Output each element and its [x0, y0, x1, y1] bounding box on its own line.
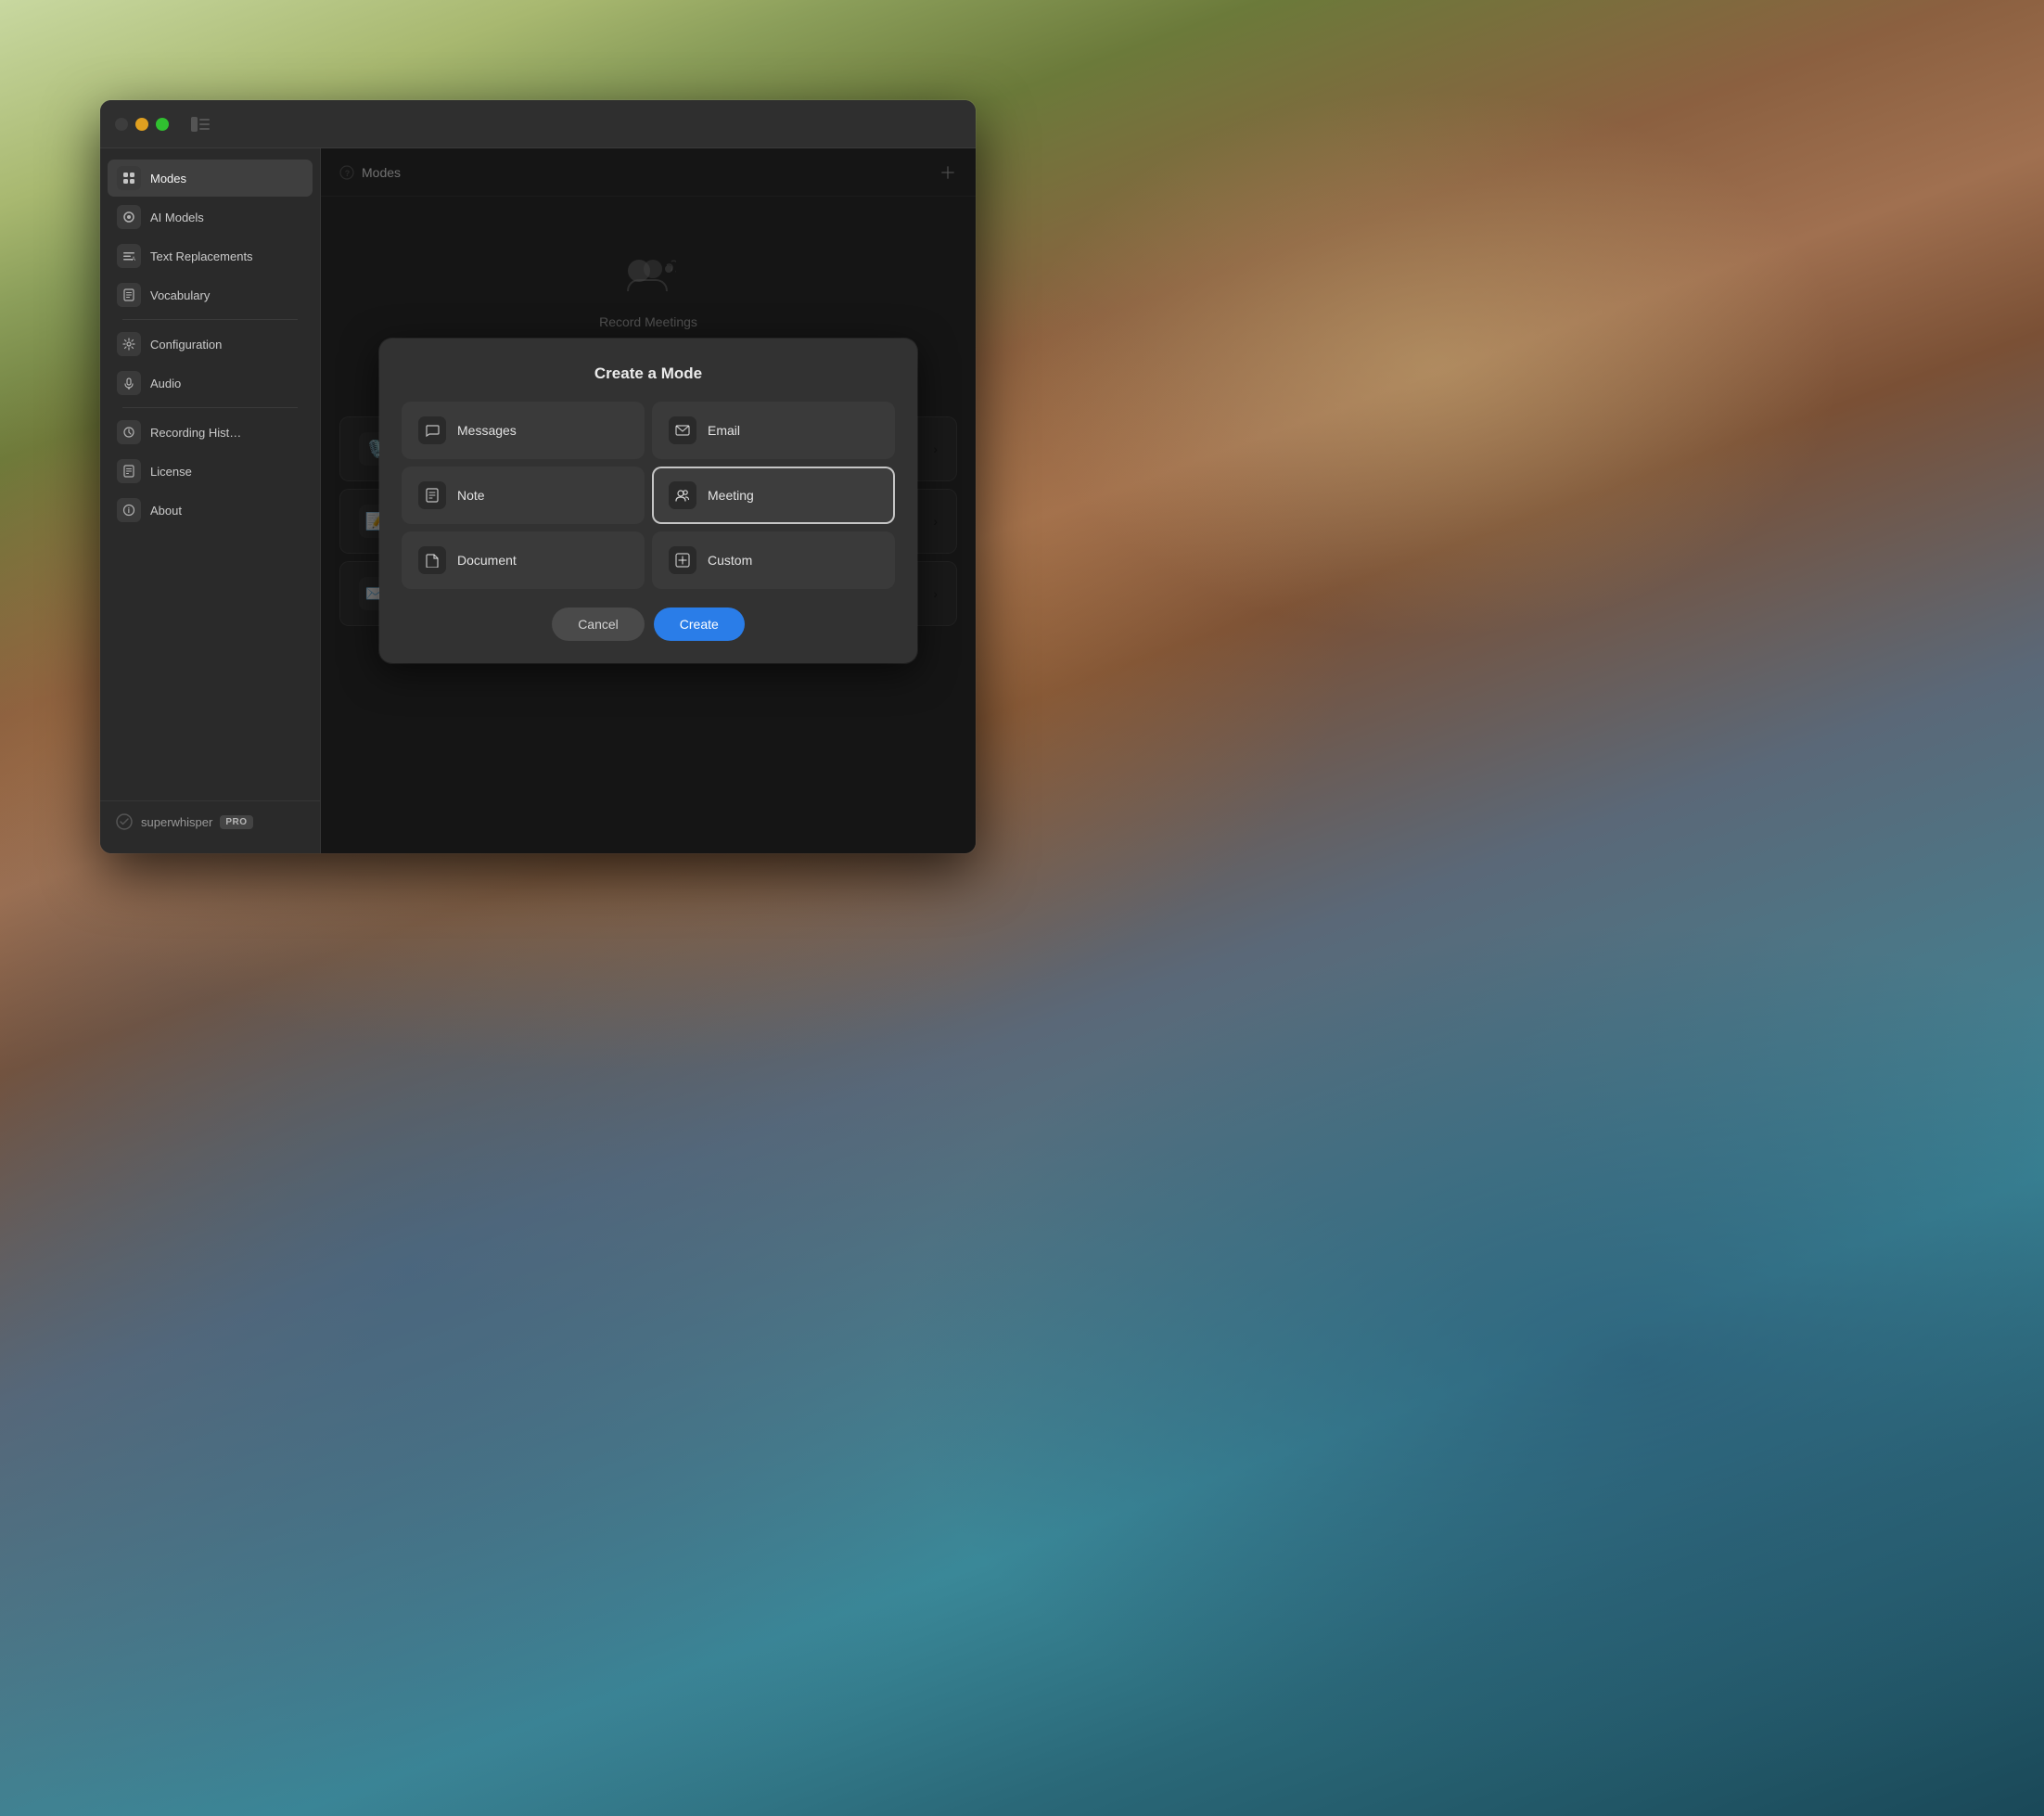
sidebar-item-label: Text Replacements	[150, 249, 253, 263]
sidebar-item-label: License	[150, 465, 192, 479]
app-window: Modes AI Models	[100, 100, 976, 853]
sidebar-divider-2	[122, 407, 298, 408]
mode-option-label: Email	[708, 423, 740, 438]
mode-option-label: Messages	[457, 423, 517, 438]
sidebar-item-recording-history[interactable]: Recording Hist…	[108, 414, 313, 451]
sidebar-item-label: Vocabulary	[150, 288, 210, 302]
create-mode-modal: Create a Mode Messages	[379, 339, 917, 663]
sidebar-item-label: Configuration	[150, 338, 222, 352]
mode-option-label: Note	[457, 488, 485, 503]
sidebar-item-text-replacements[interactable]: A Text Replacements	[108, 237, 313, 275]
close-button[interactable]	[115, 118, 128, 131]
meeting-icon	[669, 481, 696, 509]
mode-option-label: Document	[457, 553, 517, 568]
mode-option-document[interactable]: Document	[402, 531, 645, 589]
mode-option-label: Custom	[708, 553, 752, 568]
sidebar-divider	[122, 319, 298, 320]
app-logo-icon	[115, 812, 134, 831]
mode-option-meeting[interactable]: Meeting	[652, 467, 895, 524]
mode-option-custom[interactable]: Custom	[652, 531, 895, 589]
vocabulary-icon	[117, 283, 141, 307]
mode-options-grid: Messages Email	[402, 402, 895, 589]
sidebar-item-license[interactable]: License	[108, 453, 313, 490]
sidebar-footer: superwhisper PRO	[100, 800, 320, 842]
main-area: ? Modes	[321, 148, 976, 853]
text-replacements-icon: A	[117, 244, 141, 268]
sidebar-nav: Modes AI Models	[100, 160, 320, 800]
modal-buttons: Cancel Create	[402, 607, 895, 641]
mode-option-note[interactable]: Note	[402, 467, 645, 524]
app-name-label: superwhisper	[141, 815, 212, 829]
modal-title: Create a Mode	[402, 364, 895, 383]
minimize-button[interactable]	[135, 118, 148, 131]
modes-icon	[117, 166, 141, 190]
traffic-lights	[115, 118, 169, 131]
cancel-button[interactable]: Cancel	[552, 607, 645, 641]
mode-option-email[interactable]: Email	[652, 402, 895, 459]
svg-text:i: i	[128, 506, 130, 515]
sidebar-item-modes[interactable]: Modes	[108, 160, 313, 197]
titlebar	[100, 100, 976, 148]
configuration-icon	[117, 332, 141, 356]
recording-history-icon	[117, 420, 141, 444]
email-icon	[669, 416, 696, 444]
app-body: Modes AI Models	[100, 148, 976, 853]
create-button[interactable]: Create	[654, 607, 745, 641]
messages-icon	[418, 416, 446, 444]
sidebar-item-configuration[interactable]: Configuration	[108, 326, 313, 363]
sidebar-item-label: Recording Hist…	[150, 426, 241, 440]
sidebar-toggle-button[interactable]	[187, 115, 213, 134]
sidebar: Modes AI Models	[100, 148, 321, 853]
about-icon: i	[117, 498, 141, 522]
license-icon	[117, 459, 141, 483]
sidebar-item-label: About	[150, 504, 182, 518]
ai-models-icon	[117, 205, 141, 229]
maximize-button[interactable]	[156, 118, 169, 131]
modal-overlay: Create a Mode Messages	[321, 148, 976, 853]
sidebar-item-ai-models[interactable]: AI Models	[108, 198, 313, 236]
sidebar-item-label: Audio	[150, 377, 181, 390]
mode-option-label: Meeting	[708, 488, 754, 503]
sidebar-item-vocabulary[interactable]: Vocabulary	[108, 276, 313, 313]
svg-text:A: A	[132, 257, 135, 262]
note-icon	[418, 481, 446, 509]
sidebar-item-label: Modes	[150, 172, 186, 185]
sidebar-item-audio[interactable]: Audio	[108, 364, 313, 402]
sidebar-item-label: AI Models	[150, 211, 204, 224]
audio-icon	[117, 371, 141, 395]
pro-badge: PRO	[220, 815, 252, 829]
custom-icon	[669, 546, 696, 574]
mode-option-messages[interactable]: Messages	[402, 402, 645, 459]
document-icon	[418, 546, 446, 574]
sidebar-item-about[interactable]: i About	[108, 492, 313, 529]
